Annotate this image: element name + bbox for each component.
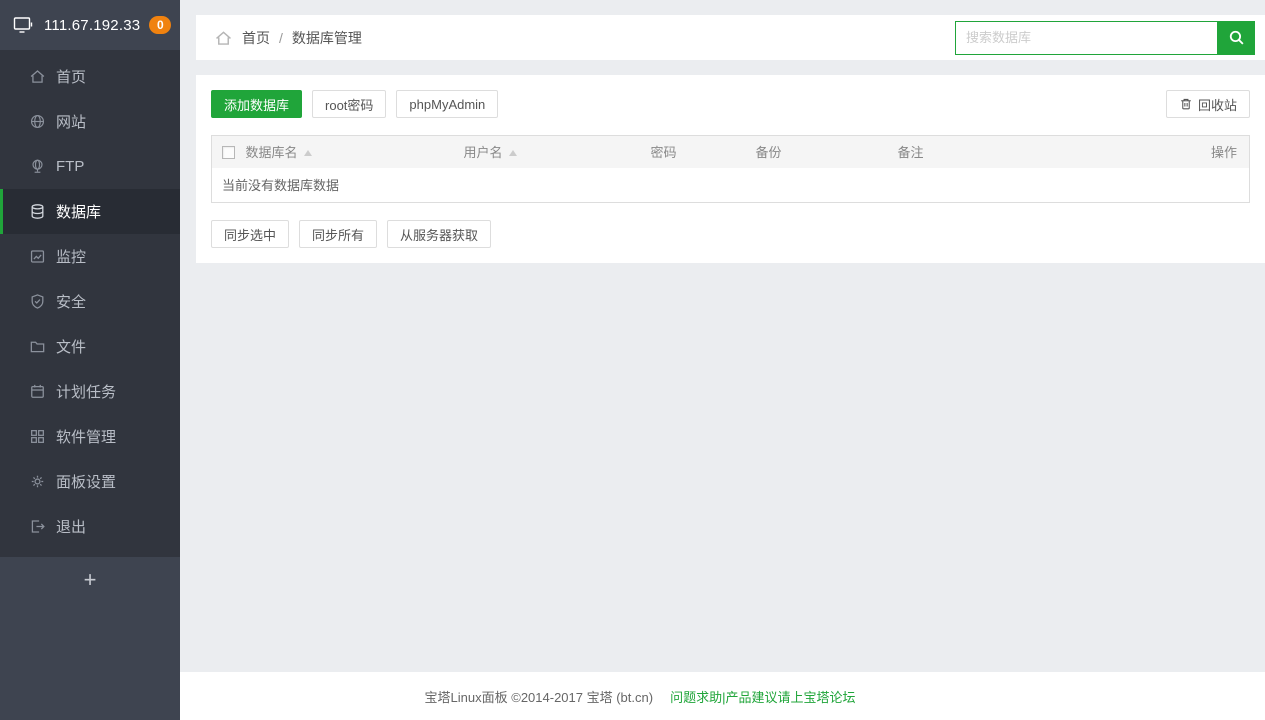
globe-icon bbox=[29, 113, 46, 130]
breadcrumb-current: 数据库管理 bbox=[292, 28, 362, 48]
sidebar-item-website[interactable]: 网站 bbox=[0, 99, 180, 144]
sidebar-nav: 首页 网站 FTP 数据库 监控 安全 文件 计划任务 bbox=[0, 50, 180, 557]
breadcrumb-bar: 首页 / 数据库管理 bbox=[196, 15, 1265, 60]
sidebar-item-label: 安全 bbox=[56, 291, 86, 312]
root-password-button[interactable]: root密码 bbox=[312, 90, 386, 118]
column-header-backup: 备份 bbox=[756, 136, 898, 168]
breadcrumb-separator: / bbox=[279, 30, 283, 46]
toolbar: 添加数据库 root密码 phpMyAdmin 回收站 bbox=[211, 90, 1250, 118]
sidebar-item-label: 面板设置 bbox=[56, 471, 116, 492]
monitor-chart-icon bbox=[29, 248, 46, 265]
logout-icon bbox=[29, 518, 46, 535]
sidebar-item-security[interactable]: 安全 bbox=[0, 279, 180, 324]
shield-icon bbox=[29, 293, 46, 310]
home-icon bbox=[214, 29, 233, 47]
copyright-text: 宝塔Linux面板 ©2014-2017 宝塔 (bt.cn) bbox=[425, 687, 654, 706]
empty-message: 当前没有数据库数据 bbox=[212, 168, 1250, 203]
gear-icon bbox=[29, 473, 46, 490]
sidebar-item-settings[interactable]: 面板设置 bbox=[0, 459, 180, 504]
add-menu-button[interactable]: + bbox=[84, 569, 97, 591]
search-icon bbox=[1228, 29, 1245, 46]
footer: 宝塔Linux面板 ©2014-2017 宝塔 (bt.cn) 问题求助|产品建… bbox=[180, 672, 1265, 720]
search-box bbox=[955, 21, 1255, 55]
sidebar-item-label: 网站 bbox=[56, 111, 86, 132]
sidebar-item-software[interactable]: 软件管理 bbox=[0, 414, 180, 459]
column-header-password: 密码 bbox=[651, 136, 756, 168]
column-header-action: 操作 bbox=[1192, 136, 1250, 168]
monitor-icon bbox=[13, 15, 35, 35]
ftp-globe-icon bbox=[29, 158, 46, 175]
sidebar-item-files[interactable]: 文件 bbox=[0, 324, 180, 369]
sort-asc-icon bbox=[509, 150, 517, 156]
column-header-note: 备注 bbox=[898, 136, 1192, 168]
home-icon bbox=[29, 68, 46, 85]
table-empty-row: 当前没有数据库数据 bbox=[212, 168, 1250, 203]
folder-icon bbox=[29, 338, 46, 355]
database-card: 添加数据库 root密码 phpMyAdmin 回收站 数据库名 bbox=[196, 75, 1265, 263]
sidebar-item-label: 退出 bbox=[56, 516, 86, 537]
database-table: 数据库名 用户名 密码 备份 备注 操作 当前没有数据库数据 bbox=[211, 135, 1250, 203]
sync-selected-button[interactable]: 同步选中 bbox=[211, 220, 289, 248]
add-database-button[interactable]: 添加数据库 bbox=[211, 90, 302, 118]
sidebar-item-ftp[interactable]: FTP bbox=[0, 144, 180, 189]
calendar-icon bbox=[29, 383, 46, 400]
forum-link[interactable]: 问题求助|产品建议请上宝塔论坛 bbox=[670, 687, 855, 706]
recycle-bin-label: 回收站 bbox=[1198, 95, 1237, 114]
trash-icon bbox=[1179, 97, 1193, 111]
grid-icon bbox=[29, 428, 46, 445]
recycle-bin-button[interactable]: 回收站 bbox=[1166, 90, 1250, 118]
sidebar-plus-area: + bbox=[0, 557, 180, 603]
server-ip: 111.67.192.33 bbox=[44, 17, 140, 34]
search-input[interactable] bbox=[955, 21, 1217, 55]
search-button[interactable] bbox=[1217, 21, 1255, 55]
sidebar-item-home[interactable]: 首页 bbox=[0, 54, 180, 99]
column-header-dbname[interactable]: 数据库名 bbox=[246, 136, 464, 168]
sidebar-item-cron[interactable]: 计划任务 bbox=[0, 369, 180, 414]
sidebar-item-label: 软件管理 bbox=[56, 426, 116, 447]
sidebar-item-logout[interactable]: 退出 bbox=[0, 504, 180, 549]
select-all-checkbox[interactable] bbox=[222, 146, 235, 159]
sidebar-item-label: FTP bbox=[56, 158, 84, 175]
breadcrumb: 首页 / 数据库管理 bbox=[214, 28, 362, 48]
server-header: 111.67.192.33 0 bbox=[0, 0, 180, 50]
phpmyadmin-button[interactable]: phpMyAdmin bbox=[396, 90, 498, 118]
sidebar-item-label: 数据库 bbox=[56, 201, 101, 222]
sidebar: 111.67.192.33 0 首页 网站 FTP 数据库 监控 安全 bbox=[0, 0, 180, 720]
sync-all-button[interactable]: 同步所有 bbox=[299, 220, 377, 248]
breadcrumb-home[interactable]: 首页 bbox=[242, 28, 270, 48]
database-icon bbox=[29, 203, 46, 220]
sort-asc-icon bbox=[304, 150, 312, 156]
fetch-from-server-button[interactable]: 从服务器获取 bbox=[387, 220, 491, 248]
sidebar-item-monitor[interactable]: 监控 bbox=[0, 234, 180, 279]
message-badge[interactable]: 0 bbox=[149, 16, 171, 34]
table-header-row: 数据库名 用户名 密码 备份 备注 操作 bbox=[212, 136, 1250, 168]
sidebar-item-label: 首页 bbox=[56, 66, 86, 87]
sync-actions: 同步选中 同步所有 从服务器获取 bbox=[211, 220, 1250, 248]
sidebar-item-label: 监控 bbox=[56, 246, 86, 267]
column-header-username[interactable]: 用户名 bbox=[464, 136, 651, 168]
sidebar-item-database[interactable]: 数据库 bbox=[0, 189, 180, 234]
content-area: 首页 / 数据库管理 添加数据库 root密码 phpMyAdmin bbox=[180, 0, 1265, 672]
sidebar-item-label: 计划任务 bbox=[56, 381, 116, 402]
sidebar-item-label: 文件 bbox=[56, 336, 86, 357]
main-area: 首页 / 数据库管理 添加数据库 root密码 phpMyAdmin bbox=[180, 0, 1265, 720]
